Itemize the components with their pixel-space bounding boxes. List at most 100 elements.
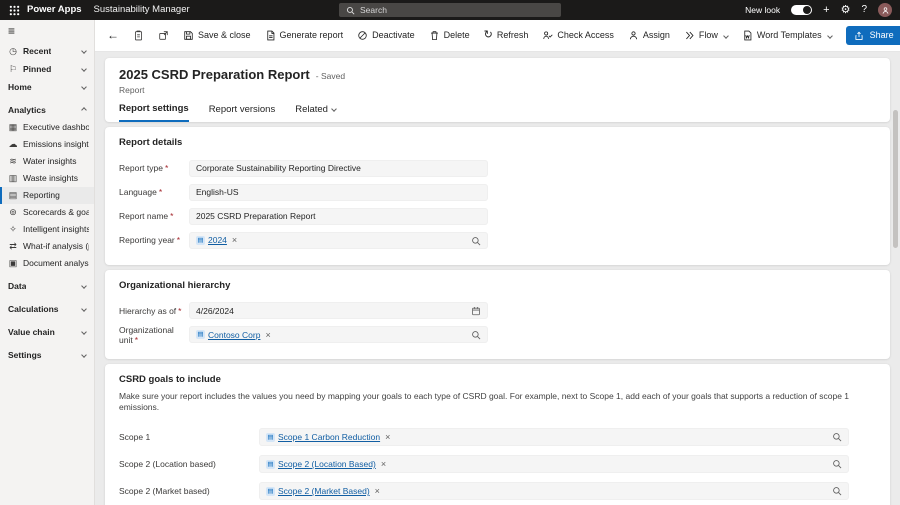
lookup-search-icon[interactable] [471, 330, 481, 340]
record-link[interactable]: Scope 1 Carbon Reduction [278, 432, 380, 442]
report-type-input[interactable]: Corporate Sustainability Reporting Direc… [189, 160, 488, 178]
sidebar-group-data[interactable]: Data [0, 277, 94, 295]
lookup-search-icon[interactable] [832, 432, 842, 442]
share-button[interactable]: Share [845, 26, 900, 45]
search-input[interactable] [360, 5, 554, 15]
check-access-button[interactable]: Check Access [542, 30, 614, 41]
sidebar-group-analytics[interactable]: Analytics [0, 101, 94, 119]
clock-icon: ◷ [9, 45, 17, 56]
delete-button[interactable]: Delete [429, 30, 470, 41]
sidebar-item-intelligent-insights[interactable]: ✧ Intelligent insights (p... [0, 221, 94, 238]
assign-button[interactable]: Assign [628, 30, 670, 41]
app-name[interactable]: Power Apps [27, 4, 82, 15]
sidebar-item-label: What-if analysis (pre... [23, 241, 89, 252]
nav-collapse-button[interactable]: ≡ [0, 20, 94, 42]
app-launcher-icon[interactable] [8, 4, 20, 16]
sidebar-item-emissions-insights[interactable]: ☁ Emissions insights [0, 136, 94, 153]
sidebar-group-calculations[interactable]: Calculations [0, 300, 94, 318]
new-look-toggle[interactable] [791, 5, 813, 15]
clipboard-icon[interactable] [133, 30, 144, 41]
required-asterisk: * [158, 187, 163, 198]
sidebar-item-water-insights[interactable]: ≋ Water insights [0, 153, 94, 170]
sidebar-item-waste-insights[interactable]: ▥ Waste insights [0, 170, 94, 187]
button-label: Delete [443, 30, 470, 41]
word-templates-button[interactable]: Word Templates [742, 30, 833, 41]
refresh-button[interactable]: ↻ Refresh [484, 30, 529, 41]
field-label: Scope 2 (Location based) [119, 459, 216, 470]
sidebar-item-label: Home [8, 81, 32, 92]
reporting-year-lookup[interactable]: ▤ 2024 × [189, 232, 488, 250]
sidebar-item-reporting[interactable]: ▤ Reporting [0, 187, 94, 204]
record-icon: ▤ [266, 459, 275, 469]
add-icon[interactable]: + [823, 4, 829, 16]
organizational-unit-lookup[interactable]: ▤ Contoso Corp × [189, 326, 488, 344]
lookup-chip[interactable]: ▤ Contoso Corp × [196, 330, 271, 341]
lookup-chip[interactable]: ▤ Scope 1 Carbon Reduction × [266, 432, 390, 443]
sidebar-group-label: Value chain [8, 326, 55, 337]
scrollbar-thumb[interactable] [893, 110, 898, 248]
required-asterisk: * [134, 334, 139, 345]
deactivate-button[interactable]: Deactivate [357, 30, 415, 41]
record-link[interactable]: Scope 2 (Market Based) [278, 486, 370, 496]
lookup-chip[interactable]: ▤ 2024 × [196, 235, 237, 246]
scope-2-location-lookup[interactable]: ▤ Scope 2 (Location Based) × [259, 455, 849, 474]
sidebar-item-label: Water insights [23, 156, 77, 167]
field-label: Report type * [119, 163, 169, 174]
remove-chip-icon[interactable]: × [265, 330, 270, 341]
sidebar-group-settings[interactable]: Settings [0, 346, 94, 364]
tab-related[interactable]: Related [295, 103, 337, 122]
record-link[interactable]: Scope 2 (Location Based) [278, 459, 376, 469]
lookup-chip[interactable]: ▤ Scope 2 (Market Based) × [266, 486, 380, 497]
chevron-down-icon [723, 32, 729, 39]
chevron-down-icon [81, 84, 87, 90]
hamburger-icon: ≡ [8, 23, 16, 38]
hierarchy-date-input[interactable]: 4/26/2024 [189, 302, 488, 320]
report-name-input[interactable]: 2025 CSRD Preparation Report [189, 208, 488, 226]
flow-button[interactable]: Flow [684, 30, 729, 41]
button-label: Flow [698, 30, 718, 41]
scope-2-market-lookup[interactable]: ▤ Scope 2 (Market Based) × [259, 482, 849, 501]
remove-chip-icon[interactable]: × [375, 486, 380, 497]
record-link[interactable]: 2024 [208, 235, 227, 245]
generate-report-button[interactable]: Generate report [265, 30, 343, 41]
sidebar-item-scorecards-goals[interactable]: ⊚ Scorecards & goals [0, 204, 94, 221]
page-title: 2025 CSRD Preparation Report [119, 67, 310, 82]
button-label: Check Access [557, 30, 614, 41]
save-and-close-button[interactable]: Save & close [183, 30, 251, 41]
sidebar-item-what-if-analysis[interactable]: ⇄ What-if analysis (pre... [0, 238, 94, 255]
remove-chip-icon[interactable]: × [381, 459, 386, 470]
tab-report-settings[interactable]: Report settings [119, 103, 189, 123]
tab-label: Report versions [208, 103, 276, 115]
sidebar-item-pinned[interactable]: ⚐ Pinned [0, 60, 94, 78]
sidebar-item-label: Scorecards & goals [23, 207, 89, 218]
remove-chip-icon[interactable]: × [232, 235, 237, 246]
account-avatar[interactable] [878, 3, 892, 17]
lookup-search-icon[interactable] [471, 236, 481, 246]
record-link[interactable]: Contoso Corp [208, 330, 260, 340]
popout-icon[interactable] [158, 30, 169, 41]
lookup-search-icon[interactable] [832, 459, 842, 469]
refresh-icon: ↻ [483, 29, 493, 41]
vertical-scrollbar[interactable] [893, 58, 898, 501]
tab-report-versions[interactable]: Report versions [209, 103, 276, 122]
sidebar-item-executive-dashboard[interactable]: ▦ Executive dashboard [0, 119, 94, 136]
word-document-icon [742, 30, 753, 41]
compare-icon: ⇄ [9, 241, 17, 252]
sidebar-item-recent[interactable]: ◷ Recent [0, 42, 94, 60]
scope-1-lookup[interactable]: ▤ Scope 1 Carbon Reduction × [259, 428, 849, 447]
chevron-down-icon [81, 283, 87, 289]
lookup-chip[interactable]: ▤ Scope 2 (Location Based) × [266, 459, 386, 470]
language-input[interactable]: English-US [189, 184, 488, 202]
back-button[interactable]: ← [107, 28, 119, 42]
sidebar-item-document-analysis[interactable]: ▣ Document analysis (... [0, 255, 94, 272]
remove-chip-icon[interactable]: × [385, 432, 390, 443]
lookup-search-icon[interactable] [832, 486, 842, 496]
sidebar-group-value-chain[interactable]: Value chain [0, 323, 94, 341]
help-icon[interactable]: ? [861, 5, 867, 15]
sidebar-item-home[interactable]: Home [0, 78, 94, 96]
global-search-box[interactable] [339, 3, 561, 17]
chevron-down-icon [81, 66, 87, 72]
settings-gear-icon[interactable]: ⚙ [841, 4, 851, 16]
calendar-icon[interactable] [471, 306, 481, 316]
environment-name[interactable]: Sustainability Manager [94, 4, 190, 15]
